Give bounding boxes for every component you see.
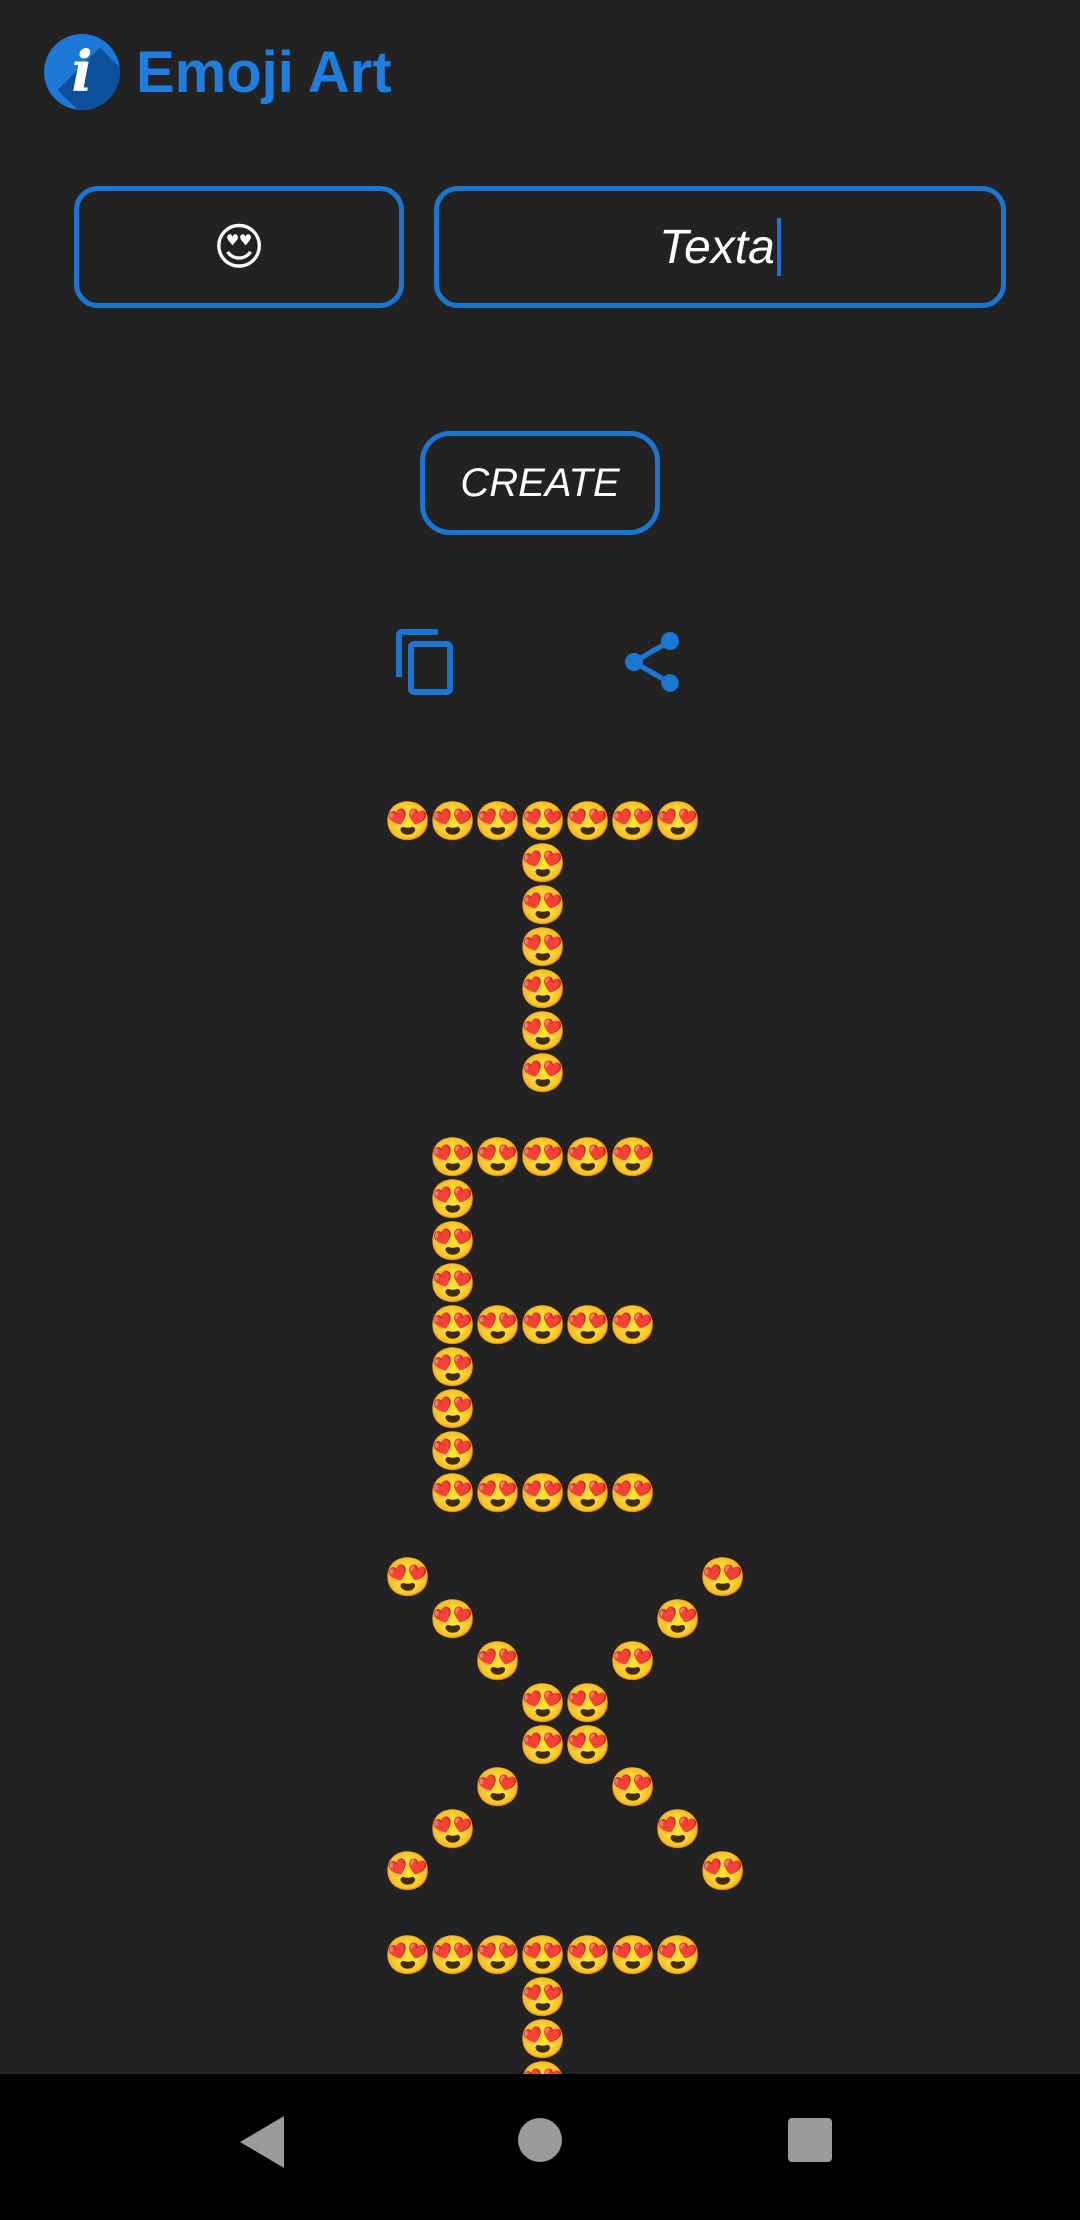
art-emoji: 😍 — [384, 799, 432, 843]
art-emoji: 😍 — [654, 799, 702, 843]
art-emoji: 😍 — [519, 925, 567, 969]
art-emoji: 😍 — [429, 1471, 477, 1515]
art-emoji: 😍 — [429, 1387, 477, 1431]
art-emoji: 😍 — [654, 1933, 702, 1977]
art-emoji: 😍 — [609, 1765, 657, 1809]
system-navbar — [0, 2074, 1080, 2220]
art-emoji: 😍 — [519, 1471, 567, 1515]
art-emoji: 😍 — [564, 1135, 612, 1179]
art-emoji: 😍 — [654, 1807, 702, 1851]
art-emoji: 😍 — [519, 1135, 567, 1179]
art-emoji: 😍 — [429, 1597, 477, 1641]
art-emoji: 😍 — [609, 1639, 657, 1683]
back-icon[interactable] — [240, 2116, 284, 2168]
art-emoji: 😍 — [699, 1555, 747, 1599]
art-emoji: 😍 — [564, 1471, 612, 1515]
home-icon[interactable] — [518, 2118, 562, 2162]
art-emoji: 😍 — [474, 1471, 522, 1515]
art-emoji: 😍 — [429, 1303, 477, 1347]
art-emoji: 😍 — [384, 1555, 432, 1599]
art-emoji: 😍 — [564, 799, 612, 843]
art-emoji: 😍 — [519, 2017, 567, 2061]
art-emoji: 😍 — [519, 799, 567, 843]
art-emoji: 😍 — [609, 1933, 657, 1977]
art-emoji: 😍 — [519, 1933, 567, 1977]
art-emoji: 😍 — [519, 841, 567, 885]
art-emoji: 😍 — [474, 1639, 522, 1683]
art-emoji: 😍 — [429, 1429, 477, 1473]
art-emoji: 😍 — [609, 1303, 657, 1347]
recents-icon[interactable] — [788, 2118, 832, 2162]
art-emoji: 😍 — [429, 1807, 477, 1851]
art-emoji: 😍 — [474, 799, 522, 843]
art-emoji: 😍 — [519, 1681, 567, 1725]
art-emoji: 😍 — [429, 1219, 477, 1263]
art-emoji: 😍 — [519, 1051, 567, 1095]
emoji-art-output: 😍 😍 😍 😍 😍 😍 😍 😍 😍 😍 😍 😍 😍 😍 😍 😍 😍 😍 😍 😍 😍 😍 😍 😍 😍 😍 😍 😍 😍 😍 😍 😍 😍 😍 😍 😍 😍 😍 😍 😍… — [0, 0, 1080, 2074]
art-emoji: 😍 — [564, 1933, 612, 1977]
art-emoji: 😍 — [564, 1681, 612, 1725]
art-emoji: 😍 — [474, 1933, 522, 1977]
art-emoji: 😍 — [609, 799, 657, 843]
art-emoji: 😍 — [429, 1345, 477, 1389]
art-emoji: 😍 — [519, 1009, 567, 1053]
art-emoji: 😍 — [474, 1135, 522, 1179]
art-emoji: 😍 — [384, 1933, 432, 1977]
art-emoji: 😍 — [609, 1471, 657, 1515]
art-emoji: 😍 — [519, 1723, 567, 1767]
art-emoji: 😍 — [654, 1597, 702, 1641]
art-emoji: 😍 — [519, 967, 567, 1011]
art-emoji: 😍 — [384, 1849, 432, 1893]
art-emoji: 😍 — [564, 1723, 612, 1767]
art-emoji: 😍 — [429, 1261, 477, 1305]
art-emoji: 😍 — [474, 1765, 522, 1809]
art-emoji: 😍 — [429, 799, 477, 843]
art-emoji: 😍 — [519, 1975, 567, 2019]
art-emoji: 😍 — [429, 1177, 477, 1221]
art-emoji: 😍 — [474, 1303, 522, 1347]
art-emoji: 😍 — [519, 883, 567, 927]
art-emoji: 😍 — [429, 1933, 477, 1977]
art-emoji: 😍 — [564, 1303, 612, 1347]
art-emoji: 😍 — [429, 1135, 477, 1179]
art-emoji: 😍 — [519, 2060, 566, 2074]
art-emoji: 😍 — [699, 1849, 747, 1893]
art-emoji: 😍 — [609, 1135, 657, 1179]
art-emoji: 😍 — [519, 1303, 567, 1347]
